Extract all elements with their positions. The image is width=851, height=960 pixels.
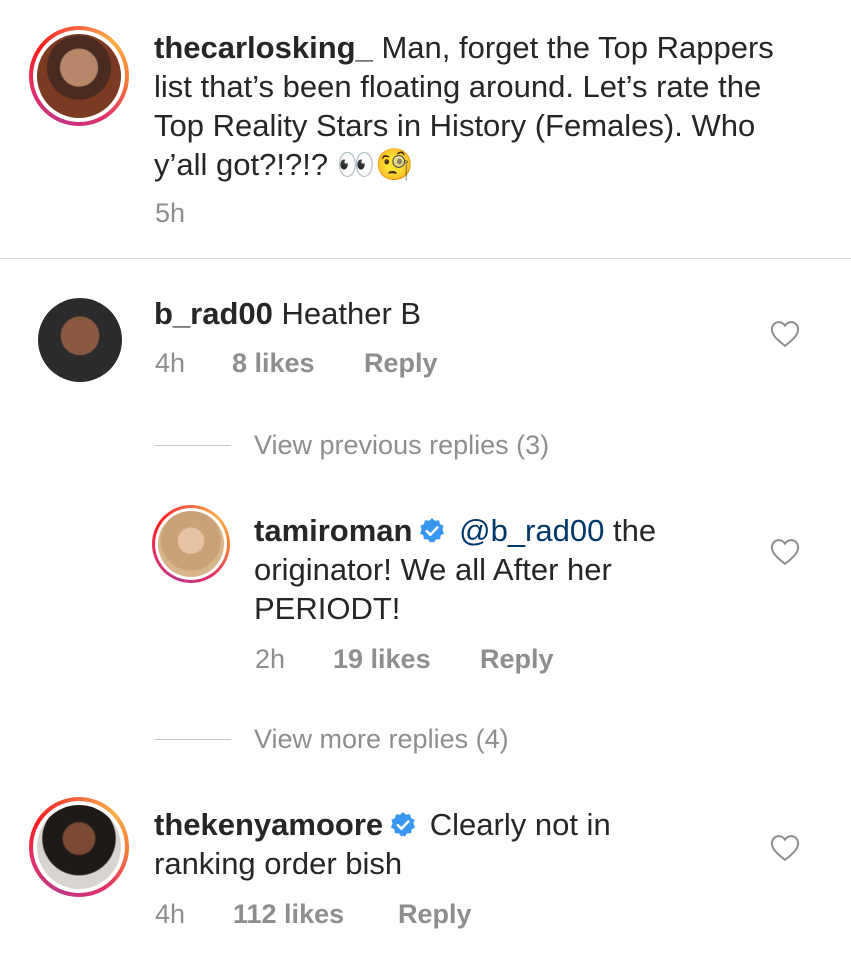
caption-username[interactable]: thecarlosking_ bbox=[154, 30, 373, 65]
avatar[interactable] bbox=[158, 511, 224, 577]
reply-button[interactable]: Reply bbox=[364, 348, 438, 379]
heart-icon[interactable] bbox=[770, 834, 800, 862]
comment-timestamp: 4h bbox=[155, 348, 186, 378]
likes-count[interactable]: 8 likes bbox=[232, 348, 315, 379]
view-more-replies[interactable]: View more replies (4) bbox=[254, 724, 509, 755]
avatar[interactable] bbox=[38, 298, 122, 382]
heart-icon[interactable] bbox=[770, 538, 800, 566]
likes-count[interactable]: 112 likes bbox=[233, 899, 344, 930]
view-previous-replies[interactable]: View previous replies (3) bbox=[254, 430, 549, 461]
mention-link[interactable]: @b_rad00 bbox=[459, 513, 604, 548]
divider bbox=[0, 258, 851, 259]
avatar[interactable] bbox=[37, 805, 121, 889]
comment-timestamp: 4h bbox=[155, 899, 186, 929]
likes-count[interactable]: 19 likes bbox=[333, 644, 431, 675]
replies-divider-line bbox=[155, 445, 231, 446]
avatar[interactable] bbox=[37, 34, 121, 118]
verified-badge-icon bbox=[420, 518, 445, 543]
reply-button[interactable]: Reply bbox=[398, 899, 472, 930]
heart-icon[interactable] bbox=[770, 320, 800, 348]
caption-timestamp: 5h bbox=[155, 198, 186, 228]
reply-button[interactable]: Reply bbox=[480, 644, 554, 675]
reply-timestamp: 2h bbox=[255, 644, 286, 674]
caption-emoji: 👀🧐 bbox=[336, 147, 414, 182]
comment-text: Heather B bbox=[281, 296, 422, 331]
comment-username[interactable]: b_rad00 bbox=[154, 296, 273, 331]
replies-divider-line bbox=[155, 739, 231, 740]
verified-badge-icon bbox=[391, 812, 416, 837]
reply-username[interactable]: tamiroman bbox=[254, 513, 412, 548]
comment-username[interactable]: thekenyamoore bbox=[154, 807, 383, 842]
